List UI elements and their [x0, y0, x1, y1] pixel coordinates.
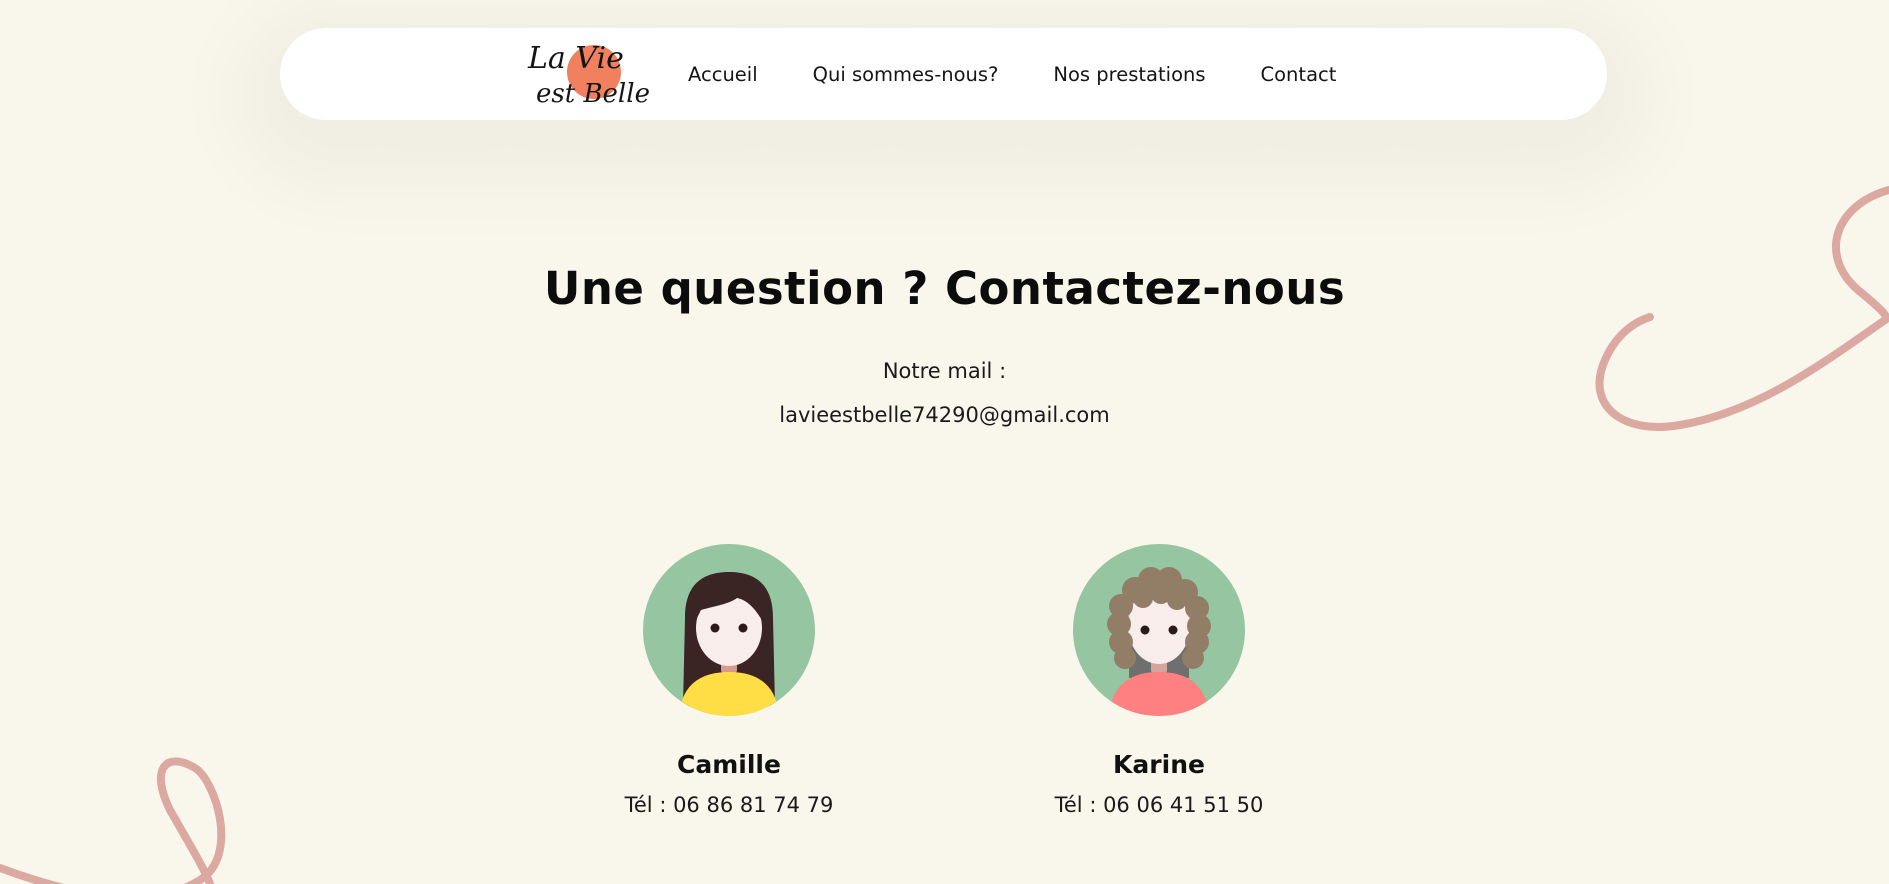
- mail-address[interactable]: lavieestbelle74290@gmail.com: [0, 403, 1889, 427]
- swirl-bottom-left: [0, 757, 226, 884]
- logo-text-line2: est Belle: [536, 79, 650, 109]
- person-phone[interactable]: Tél : 06 86 81 74 79: [579, 793, 879, 817]
- person-name: Camille: [677, 750, 781, 779]
- person-card-karine: Karine Tél : 06 06 41 51 50: [1009, 544, 1309, 817]
- decorative-swirls: [0, 186, 1889, 884]
- person-name: Karine: [1113, 750, 1205, 779]
- mail-label: Notre mail :: [882, 359, 1007, 383]
- nav-accueil[interactable]: Accueil: [688, 60, 758, 90]
- woman-curly-hair-avatar-icon: [1073, 544, 1245, 716]
- main-nav: Accueil Qui sommes-nous? Nos prestations…: [688, 60, 1336, 90]
- nav-qui-sommes-nous[interactable]: Qui sommes-nous?: [813, 60, 999, 90]
- nav-contact[interactable]: Contact: [1261, 60, 1337, 90]
- person-card-camille: Camille Tél : 06 86 81 74 79: [579, 544, 879, 817]
- person-phone[interactable]: Tél : 06 06 41 51 50: [1009, 793, 1309, 817]
- brand-logo[interactable]: La Vie est Belle: [524, 18, 660, 126]
- contact-heading: Une question ? Contactez-nous: [543, 262, 1346, 315]
- woman-dark-hair-avatar-icon: [643, 544, 815, 716]
- nav-nos-prestations[interactable]: Nos prestations: [1053, 60, 1205, 90]
- logo-text-line1: La Vie: [527, 41, 624, 76]
